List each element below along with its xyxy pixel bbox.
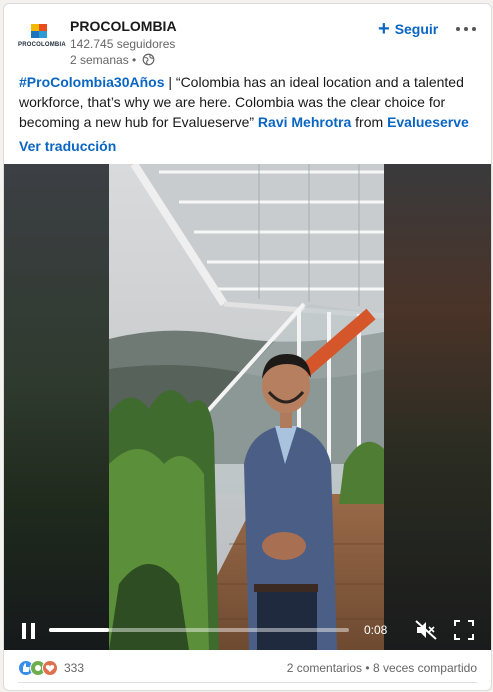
globe-icon — [142, 53, 154, 66]
video-progress-fill — [49, 628, 109, 632]
company-logo[interactable]: PROCOLOMBIA — [18, 18, 66, 58]
video-progress-bar[interactable] — [49, 628, 349, 632]
from-text: from — [351, 114, 388, 130]
procolombia-logo-icon — [31, 24, 47, 38]
video-frame[interactable] — [109, 164, 384, 650]
reactions-summary[interactable]: 333 — [18, 660, 84, 676]
video-controls: 0:08 — [4, 610, 491, 650]
pause-button[interactable] — [20, 622, 38, 640]
comments-count[interactable]: 2 comentarios — [287, 661, 362, 675]
divider — [18, 682, 477, 683]
post-age: 2 semanas • — [70, 53, 137, 67]
mention-company-link[interactable]: Evalueserve — [387, 114, 469, 130]
follow-label: Seguir — [394, 21, 439, 37]
fullscreen-icon — [454, 620, 474, 640]
speaker-muted-icon — [415, 620, 437, 640]
mute-button[interactable] — [414, 619, 438, 641]
more-options-button[interactable] — [452, 16, 480, 42]
mention-person-link[interactable]: Ravi Mehrotra — [258, 114, 351, 130]
post-time: 2 semanas • — [70, 53, 155, 67]
shares-count[interactable]: 8 veces compartido — [373, 661, 477, 675]
logo-wordmark: PROCOLOMBIA — [18, 42, 66, 48]
video-blur-left — [4, 164, 109, 650]
feed-post: PROCOLOMBIA PROCOLOMBIA 142.745 seguidor… — [3, 3, 492, 691]
video-blur-right — [384, 164, 491, 650]
video-time: 0:08 — [364, 623, 388, 637]
video-scene — [109, 164, 384, 650]
plus-icon: + — [378, 18, 390, 40]
reaction-count: 333 — [64, 661, 85, 675]
video-player[interactable]: 0:08 — [4, 164, 491, 650]
pause-icon — [22, 623, 26, 639]
post-header: PROCOLOMBIA PROCOLOMBIA 142.745 seguidor… — [4, 4, 491, 67]
ellipsis-icon — [456, 27, 460, 31]
follower-count: 142.745 seguidores — [70, 37, 176, 51]
see-translation-button[interactable]: Ver traducción — [19, 138, 116, 154]
count-separator: • — [362, 661, 373, 675]
social-counts: 2 comentarios • 8 veces compartido — [287, 661, 477, 675]
follow-button[interactable]: + Seguir — [378, 16, 438, 42]
social-bar: 333 2 comentarios • 8 veces compartido — [4, 652, 491, 690]
love-reaction-icon — [42, 660, 58, 676]
author-name[interactable]: PROCOLOMBIA — [70, 18, 177, 34]
post-body: #ProColombia30Años | “Colombia has an id… — [19, 72, 479, 132]
hashtag-link[interactable]: #ProColombia30Años — [19, 74, 164, 90]
fullscreen-button[interactable] — [453, 619, 475, 641]
